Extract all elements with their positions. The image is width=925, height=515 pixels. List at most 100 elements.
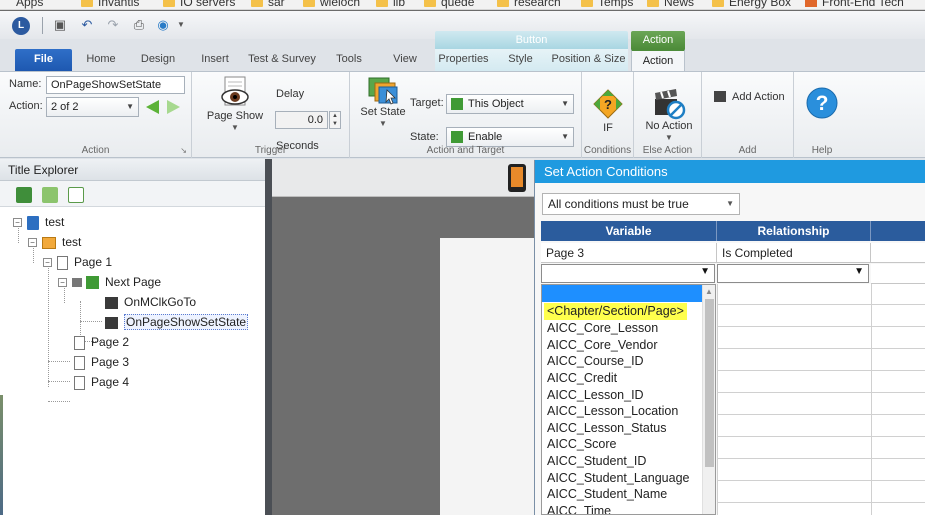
ribbon-group-action-target: Set State ▼ Target: This Object ▼ State: … [350,72,582,158]
tab-insert[interactable]: Insert [193,49,237,71]
variable-dropdown-list[interactable]: <Chapter/Section/Page> AICC_Core_Lesson … [541,284,716,515]
bookmark-sar[interactable]: sar [251,0,285,9]
if-conditions-button[interactable]: ? IF [588,88,628,134]
variable-option[interactable]: AICC_Student_ID [547,453,646,470]
bookmark-research[interactable]: research [497,0,561,9]
tree-node-title-test[interactable]: − test [13,213,64,231]
add-page-icon[interactable] [68,187,84,203]
variable-option[interactable]: AICC_Score [547,436,616,453]
variable-option[interactable]: AICC_Student_Language [547,470,689,487]
bookmark-apps[interactable]: Apps [16,0,43,9]
delay-stepper[interactable]: ▲ ▼ [329,111,341,129]
svg-text:?: ? [604,97,612,112]
bookmark-io-servers[interactable]: IO servers [163,0,235,9]
tab-properties[interactable]: Properties [435,49,492,71]
tree-node-label: Page 2 [91,335,130,349]
condition-mode-select[interactable]: All conditions must be true ▼ [542,193,740,215]
add-section-icon[interactable] [42,187,58,203]
prev-arrow-icon [146,100,159,114]
variable-option[interactable]: AICC_Student_Name [547,486,667,503]
folder-icon [251,0,263,8]
tab-file[interactable]: File [15,49,72,71]
bookmark-quede[interactable]: quede [424,0,474,9]
tab-position-size[interactable]: Position & Size [549,49,628,71]
bookmark-lib[interactable]: lib [376,0,405,9]
tab-action[interactable]: Action [631,49,685,71]
row1-relationship[interactable]: Is Completed [717,243,871,263]
scrollbar-thumb[interactable] [705,299,714,467]
action-clapper-icon [105,316,118,329]
variable-option[interactable]: AICC_Lesson_ID [547,387,644,404]
delay-field[interactable]: 0.0 [275,111,328,129]
variable-option[interactable]: <Chapter/Section/Page> [544,303,687,320]
action-name-field[interactable]: OnPageShowSetState [46,76,185,94]
app-logo-icon[interactable]: L [12,17,30,35]
variable-option[interactable]: AICC_Lesson_Status [547,420,667,437]
print-icon[interactable]: ⎙ [131,18,147,32]
variable-option[interactable]: AICC_Time [547,503,611,514]
tab-tools[interactable]: Tools [328,49,370,71]
tree-node-onmclkgoto[interactable]: OnMClkGoTo [105,293,196,311]
scroll-up-icon[interactable]: ▲ [705,287,713,296]
dropdown-selected-blank[interactable] [542,285,702,302]
tree-node-page-3[interactable]: Page 3 [74,353,129,371]
variable-option[interactable]: AICC_Core_Vendor [547,337,657,354]
bookmark-front-end-tech[interactable]: Front-End Tech [805,0,904,9]
bookmark-wieloch[interactable]: wieloch [303,0,360,9]
prev-next-arrows[interactable] [146,100,180,114]
collapse-icon[interactable]: − [13,218,22,228]
bookmark-energy-box[interactable]: Energy Box [712,0,791,9]
help-icon[interactable]: ? [806,87,838,119]
tab-home[interactable]: Home [78,49,124,71]
chevron-down-icon[interactable]: ▼ [173,18,189,32]
bookmark-temps[interactable]: Temps [581,0,633,9]
chevron-down-icon: ▼ [726,199,734,208]
row2-variable-select[interactable]: ▼ [541,264,715,283]
variable-option[interactable]: AICC_Course_ID [547,353,644,370]
title-explorer-header: Title Explorer [0,159,267,181]
action-select[interactable]: 2 of 2 ▼ [46,97,139,117]
tab-test-survey[interactable]: Test & Survey [244,49,320,71]
condition-mode-value: All conditions must be true [548,197,689,211]
variable-option[interactable]: AICC_Credit [547,370,617,387]
save-icon[interactable]: ▣ [52,18,68,32]
publish-globe-icon[interactable]: ◉ [155,18,171,32]
page-show-eye-icon [221,76,249,106]
panel-splitter[interactable] [265,159,272,515]
tab-style[interactable]: Style [492,49,549,71]
page-show-button[interactable]: Page Show ▼ [206,76,264,132]
no-action-button[interactable]: No Action ▼ [640,88,698,142]
tree-node-page-2[interactable]: Page 2 [74,333,129,351]
bookmark-news[interactable]: News [647,0,694,9]
row2-relationship-select[interactable]: ▼ [717,264,869,283]
tab-view[interactable]: View [384,49,426,71]
dropdown-scrollbar[interactable]: ▲ [702,285,715,514]
add-chapter-icon[interactable] [16,187,32,203]
collapse-icon[interactable]: − [58,278,67,288]
tree-node-page-1[interactable]: − Page 1 [43,253,112,271]
collapse-icon[interactable]: − [28,238,37,248]
bookmark-invantis[interactable]: Invantis [81,0,139,9]
target-select[interactable]: This Object ▼ [446,94,574,114]
tree-node-next-page[interactable]: − Next Page [58,273,161,291]
mobile-preview-icon[interactable] [508,164,526,192]
tree-node-chapter-test[interactable]: − test [28,233,81,251]
variable-option[interactable]: AICC_Lesson_Location [547,403,678,420]
undo-icon[interactable]: ↶ [79,18,95,32]
row1-value[interactable] [871,243,925,263]
collapse-icon[interactable]: − [43,258,52,268]
tree-node-onpageshowsetstate[interactable]: OnPageShowSetState [105,313,249,331]
row2-value[interactable] [871,264,925,284]
tree-node-page-4[interactable]: Page 4 [74,373,129,391]
ribbon: Name: OnPageShowSetState Action: 2 of 2 ▼… [0,71,925,158]
tab-design[interactable]: Design [134,49,182,71]
delay-label: Delay [276,88,305,100]
redo-icon[interactable]: ↷ [105,18,121,32]
variable-option[interactable]: AICC_Core_Lesson [547,320,658,337]
page-surface[interactable] [440,238,534,515]
set-state-button[interactable]: Set State ▼ [356,76,410,128]
add-action-button[interactable]: Add Action [714,89,785,103]
dialog-launcher-icon[interactable]: ↘ [180,146,187,155]
row1-variable[interactable]: Page 3 [541,243,717,263]
state-select[interactable]: Enable ▼ [446,127,574,147]
